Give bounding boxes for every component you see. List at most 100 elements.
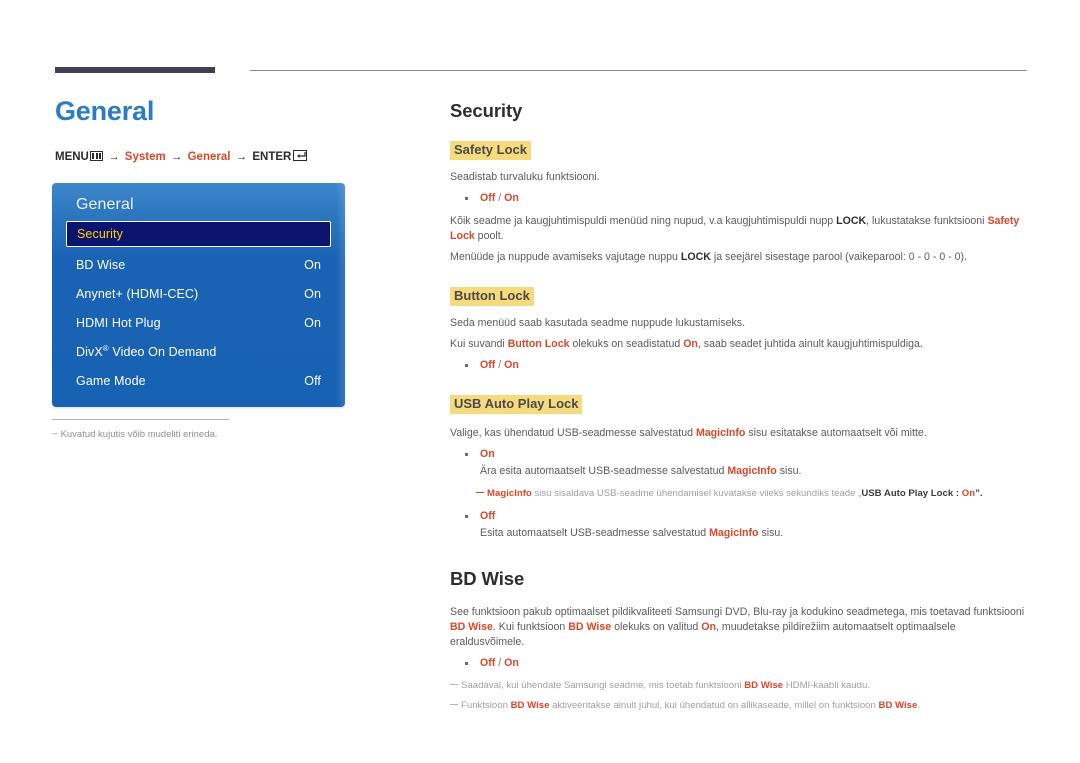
safety-lock-paragraph-2: Menüüde ja nuppude avamiseks vajutage nu…: [450, 250, 1030, 265]
bd-wise-note-1: Saadaval, kui ühendate Samsungi seadme, …: [450, 679, 1030, 693]
osd-row-label: Game Mode: [76, 373, 146, 388]
subsection-title: Safety Lock: [450, 141, 531, 160]
usb-auto-play-lock-description: Valige, kas ühendatud USB-seadmesse salv…: [450, 426, 1030, 441]
text-fragment: olekuks on seadistatud: [569, 338, 684, 350]
button-lock-options: Off / On: [450, 358, 1030, 373]
breadcrumb-arrow-2: →: [170, 151, 183, 163]
text-fragment: Saadaval, kui ühendate Samsungi seadme, …: [461, 680, 745, 691]
enter-key-icon: [293, 150, 308, 161]
option-separator: /: [495, 359, 505, 371]
value-on: On: [961, 488, 976, 499]
term-bd-wise: BD Wise: [450, 621, 493, 633]
option-on: On: [504, 192, 519, 204]
bd-wise-options: Off / On: [450, 656, 1030, 671]
osd-row-game-mode[interactable]: Game Mode Off: [66, 366, 331, 395]
option-on: On: [504, 359, 519, 371]
osd-row-label: DivX® Video On Demand: [76, 344, 321, 359]
option-off: Off: [480, 359, 496, 371]
term-bd-wise: BD Wise: [510, 700, 550, 711]
option-off: Off: [480, 657, 496, 669]
usb-option-off-description: Esita automaatselt USB-seadmesse salvest…: [450, 526, 1030, 541]
note-dash-icon: [450, 683, 458, 685]
breadcrumb-step-general[interactable]: General: [188, 151, 231, 163]
breadcrumb-arrow-3: →: [235, 151, 248, 163]
osd-row-label: Security: [77, 227, 123, 241]
text-fragment: Ära esita automaatselt USB-seadmesse sal…: [480, 465, 728, 477]
text-fragment: Esita automaatselt USB-seadmesse salvest…: [480, 527, 710, 539]
safety-lock-paragraph-1: Kõik seadme ja kaugjuhtimispuldi menüüd …: [450, 214, 1030, 244]
term-button-lock: Button Lock: [507, 338, 570, 350]
key-lock: LOCK: [680, 251, 711, 263]
subsection-usb-auto-play-lock: USB Auto Play Lock Valige, kas ühendatud…: [450, 395, 1030, 541]
text-fragment: See funktsioon pakub optimaalset pildikv…: [450, 606, 1025, 618]
section-heading-bd-wise: BD Wise: [450, 568, 525, 589]
bd-wise-note-2: Funktsioon BD Wise aktiveeritakse ainult…: [450, 699, 1030, 713]
breadcrumb-menu-label: MENU: [55, 151, 89, 163]
osd-row-security[interactable]: Security: [66, 221, 331, 247]
note-dash-icon: [476, 491, 484, 493]
note-dash-icon: [450, 703, 458, 705]
safety-lock-description: Seadistab turvaluku funktsiooni.: [450, 171, 600, 183]
osd-row-value: On: [304, 257, 321, 272]
option-off: Off: [480, 510, 496, 522]
osd-row-label: BD Wise: [76, 257, 126, 272]
osd-row-divx-vod[interactable]: DivX® Video On Demand: [66, 337, 331, 366]
button-lock-description-1: Seda menüüd saab kasutada seadme nuppude…: [450, 317, 746, 329]
osd-panel-title: General: [76, 196, 134, 213]
breadcrumb-step-system[interactable]: System: [125, 151, 166, 163]
osd-row-label-rest: Video On Demand: [108, 345, 217, 360]
list-item: On: [450, 447, 1030, 462]
header-divider-line: [250, 70, 1027, 71]
text-fragment: Valige, kas ühendatud USB-seadmesse salv…: [450, 427, 696, 439]
osd-row-hdmi-hot-plug[interactable]: HDMI Hot Plug On: [66, 308, 331, 337]
text-fragment: sisu.: [758, 527, 784, 539]
subsection-title: USB Auto Play Lock: [450, 395, 583, 414]
osd-row-value: On: [304, 286, 321, 301]
osd-row-value: On: [304, 315, 321, 330]
bd-wise-paragraph: See funktsioon pakub optimaalset pildikv…: [450, 605, 1030, 650]
term-bd-wise: BD Wise: [568, 621, 612, 633]
subsection-button-lock: Button Lock Seda menüüd saab kasutada se…: [450, 287, 1030, 373]
osd-row-anynet[interactable]: Anynet+ (HDMI-CEC) On: [66, 279, 331, 308]
osd-row-bd-wise[interactable]: BD Wise On: [66, 250, 331, 279]
text-fragment: ja seejärel sisestage parool (vaikeparoo…: [710, 251, 968, 263]
text-fragment: olekuks on valitud: [611, 621, 702, 633]
right-column: Security Safety Lock Seadistab turvaluku…: [450, 99, 1030, 713]
osd-menu-panel: General Security BD Wise On Anynet+ (HDM…: [52, 183, 345, 407]
osd-row-label: Anynet+ (HDMI-CEC): [76, 286, 199, 301]
option-off: Off: [480, 192, 496, 204]
text-fragment: sisu.: [776, 465, 802, 477]
breadcrumb-enter-label: ENTER: [252, 151, 292, 163]
term-magicinfo: MagicInfo: [487, 488, 532, 499]
value-on: On: [683, 338, 698, 350]
subsection-safety-lock: Safety Lock Seadistab turvaluku funktsio…: [450, 141, 1030, 265]
term-usb-auto-play-lock: USB Auto Play Lock: [861, 488, 954, 499]
menu-icon: [89, 151, 103, 161]
osd-menu-list: Security BD Wise On Anynet+ (HDMI-CEC) O…: [52, 221, 345, 395]
value-on: On: [701, 621, 716, 633]
text-fragment: sisu sisaldava USB-seadme ühendamisel ku…: [531, 488, 862, 499]
usb-auto-play-lock-note: MagicInfo sisu sisaldava USB-seadme ühen…: [450, 487, 1030, 501]
footnote-text: Kuvatud kujutis võib mudeliti erineda.: [60, 429, 218, 440]
text-fragment: . Kui funktsioon: [492, 621, 569, 633]
text-fragment: sisu esitatakse automaatselt või mitte.: [745, 427, 927, 439]
term-bd-wise: BD Wise: [878, 700, 918, 711]
osd-row-value: Off: [304, 373, 321, 388]
option-separator: /: [495, 192, 505, 204]
footnote-divider: [52, 419, 229, 420]
list-item: Off / On: [450, 656, 1030, 671]
button-lock-description-2: Kui suvandi Button Lock olekuks on seadi…: [450, 337, 1030, 352]
option-separator: /: [495, 657, 505, 669]
header-accent-bar: [55, 67, 215, 73]
section-heading-security: Security: [450, 100, 523, 121]
text-fragment: , lukustatakse funktsiooni: [866, 215, 988, 227]
option-on: On: [504, 657, 519, 669]
text-fragment: Kõik seadme ja kaugjuhtimispuldi menüüd …: [450, 215, 837, 227]
text-fragment: poolt.: [474, 230, 504, 242]
breadcrumb-arrow-1: →: [108, 151, 120, 163]
usb-auto-play-lock-options-off: Off: [450, 509, 1030, 524]
safety-lock-options: Off / On: [450, 191, 1030, 206]
text-fragment: aktiveeritakse ainult juhul, kui ühendat…: [549, 700, 879, 711]
term-magicinfo: MagicInfo: [709, 527, 759, 539]
text-fragment: .: [917, 700, 921, 711]
